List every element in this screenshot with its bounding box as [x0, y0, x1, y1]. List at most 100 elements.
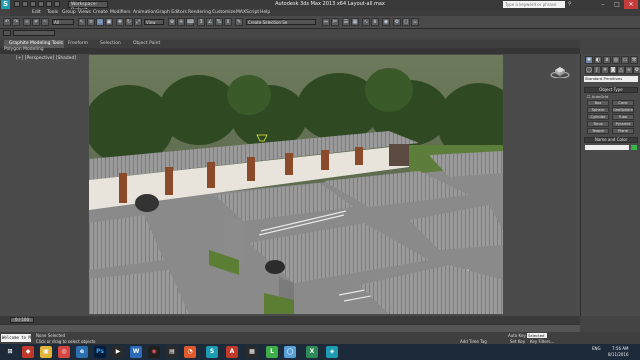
layer-manager-icon[interactable]: ☰: [342, 18, 350, 26]
utilities-tab-icon[interactable]: ⚒: [630, 56, 638, 64]
menu-edit[interactable]: Edit: [32, 9, 41, 16]
menu-views[interactable]: Views: [78, 9, 91, 16]
select-by-name-icon[interactable]: ≡: [87, 18, 95, 26]
menu-animation[interactable]: Animation: [133, 9, 156, 16]
object-name-field[interactable]: [585, 145, 629, 150]
named-selection-dropdown[interactable]: Create Selection Se: [246, 19, 316, 25]
box-button[interactable]: Box: [587, 100, 609, 106]
new-file-icon[interactable]: [14, 1, 20, 7]
windows-start-icon[interactable]: ⊞: [4, 346, 16, 358]
create-tab-icon[interactable]: ✱: [585, 56, 593, 64]
tab-selection[interactable]: Selection: [100, 41, 121, 47]
pivot-icon[interactable]: ⊕: [168, 18, 176, 26]
rotate-icon[interactable]: ↻: [125, 18, 133, 26]
window-crossing-icon[interactable]: ▣: [105, 18, 113, 26]
open-file-icon[interactable]: [22, 1, 28, 7]
sketchup-icon[interactable]: ◈: [326, 346, 338, 358]
language-indicator[interactable]: ENG: [592, 346, 601, 351]
select-object-icon[interactable]: ↖: [78, 18, 86, 26]
file-explorer-icon[interactable]: ▣: [40, 346, 52, 358]
object-type-rollout[interactable]: Object Type: [584, 87, 638, 93]
app-icon-red[interactable]: ◉: [148, 346, 160, 358]
display-tab-icon[interactable]: ▭: [621, 56, 629, 64]
geosphere-button[interactable]: GeoSphere: [612, 107, 634, 113]
systems-icon[interactable]: ⚙: [633, 66, 640, 74]
time-slider[interactable]: 0 / 100: [0, 316, 580, 324]
link-icon[interactable]: ∞: [23, 18, 31, 26]
bind-spacewarp-icon[interactable]: ~: [41, 18, 49, 26]
hierarchy-tab-icon[interactable]: ⋔: [603, 56, 611, 64]
app-icon-dark[interactable]: ▦: [246, 346, 258, 358]
motion-tab-icon[interactable]: ◎: [612, 56, 620, 64]
percent-snap-icon[interactable]: %: [215, 18, 223, 26]
autogrid-checkbox[interactable]: ☐ AutoGrid: [587, 94, 608, 99]
menu-customize[interactable]: Customize: [212, 9, 236, 16]
clock-time[interactable]: 7:56 AM: [612, 346, 628, 351]
render-icon[interactable]: ☕: [411, 18, 419, 26]
menu-group[interactable]: Group: [62, 9, 76, 16]
polygon-modeling-label[interactable]: Polygon Modeling: [4, 47, 44, 53]
viewport-label[interactable]: [+] [Perspective] [Shaded]: [16, 56, 76, 61]
snap-toggle-icon[interactable]: 3: [197, 18, 205, 26]
spinner-snap-icon[interactable]: ⇕: [224, 18, 232, 26]
auto-key-button[interactable]: Auto Key: [508, 333, 526, 338]
minimize-icon[interactable]: –: [596, 0, 610, 9]
redo-tool-icon[interactable]: ↷: [12, 18, 20, 26]
undo-icon[interactable]: [38, 1, 44, 7]
curve-editor-icon[interactable]: ∿: [362, 18, 370, 26]
maximize-icon[interactable]: □: [610, 0, 624, 9]
mirror-icon[interactable]: ⇔: [322, 18, 330, 26]
app-logo-icon[interactable]: S: [1, 0, 10, 9]
chrome-icon[interactable]: ◎: [58, 346, 70, 358]
torus-button[interactable]: Torus: [587, 121, 609, 127]
excel-icon[interactable]: X: [306, 346, 318, 358]
rect-selection-icon[interactable]: ▭: [96, 18, 104, 26]
save-file-icon[interactable]: [30, 1, 36, 7]
clock-date[interactable]: 8/11/2016: [608, 352, 629, 357]
redo-icon[interactable]: [46, 1, 52, 7]
app-icon-blue[interactable]: ◯: [284, 346, 296, 358]
scale-icon[interactable]: ⤢: [134, 18, 142, 26]
render-setup-icon[interactable]: ⚙: [393, 18, 401, 26]
tab-object-paint[interactable]: Object Paint: [133, 41, 160, 47]
taskbar-app-icon[interactable]: ◆: [22, 346, 34, 358]
menu-tools[interactable]: Tools: [47, 9, 58, 16]
category-dropdown[interactable]: Standard Primitives: [584, 76, 638, 82]
menu-graph-editors[interactable]: Graph Editors: [156, 9, 187, 16]
move-icon[interactable]: ✥: [116, 18, 124, 26]
menu-help[interactable]: Help: [260, 9, 270, 16]
pyramid-button[interactable]: Pyramid: [612, 121, 634, 127]
menu-modifiers[interactable]: Modifiers: [110, 9, 131, 16]
geometry-icon[interactable]: ◯: [585, 66, 593, 74]
ref-coord-dropdown[interactable]: View: [144, 19, 164, 25]
manipulate-icon[interactable]: ✛: [177, 18, 185, 26]
word-icon[interactable]: W: [130, 346, 142, 358]
track-bar[interactable]: [0, 324, 580, 332]
graphite-toggle-icon[interactable]: ▦: [351, 18, 359, 26]
maxscript-listener[interactable]: Welcome to M: [1, 334, 31, 342]
tab-freeform[interactable]: Freeform: [68, 41, 88, 47]
media-icon[interactable]: ▶: [112, 346, 124, 358]
helpers-icon[interactable]: △: [617, 66, 625, 74]
photoshop-icon[interactable]: Ps: [94, 346, 106, 358]
cameras-icon[interactable]: ◙: [609, 66, 617, 74]
keyboard-shortcut-icon[interactable]: ⌨: [186, 18, 194, 26]
ie-icon[interactable]: e: [76, 346, 88, 358]
plane-button[interactable]: Plane: [612, 128, 634, 134]
project-folder-icon[interactable]: [54, 1, 60, 7]
close-icon[interactable]: ✕: [624, 0, 638, 9]
layer-icon[interactable]: [3, 30, 11, 36]
cylinder-button[interactable]: Cylinder: [587, 114, 609, 120]
cone-button[interactable]: Cone: [612, 100, 634, 106]
app-icon-orange[interactable]: ◔: [184, 346, 196, 358]
material-editor-icon[interactable]: ◉: [382, 18, 390, 26]
line-icon[interactable]: L: [266, 346, 278, 358]
rendered-frame-icon[interactable]: ▢: [402, 18, 410, 26]
sphere-button[interactable]: Sphere: [587, 107, 609, 113]
undo-tool-icon[interactable]: ↶: [3, 18, 11, 26]
unlink-icon[interactable]: ≠: [32, 18, 40, 26]
edit-named-selection-icon[interactable]: ✎: [235, 18, 243, 26]
menu-maxscript[interactable]: MAXScript: [236, 9, 259, 16]
angle-snap-icon[interactable]: ∠: [206, 18, 214, 26]
time-slider-thumb[interactable]: 0 / 100: [10, 317, 34, 323]
